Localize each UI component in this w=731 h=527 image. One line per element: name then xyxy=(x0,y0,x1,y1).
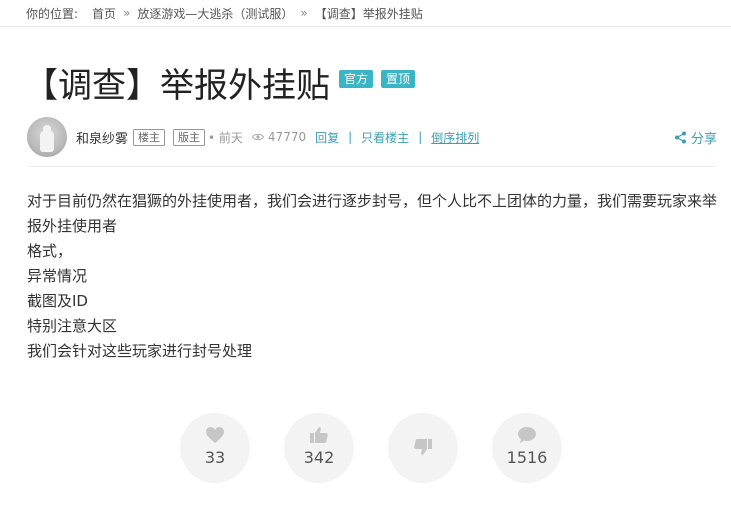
meta-divider xyxy=(27,166,717,167)
breadcrumb-prefix: 你的位置: xyxy=(26,6,79,21)
favorite-count: 33 xyxy=(204,448,226,467)
reverse-order-link[interactable]: 倒序排列 xyxy=(431,129,479,146)
breadcrumb-separator: » xyxy=(123,6,131,20)
post-meta: 和泉纱雾 楼主 版主 • 前天 47770 回复 | 只看楼主 | 倒序排列 分… xyxy=(27,117,717,157)
content-paragraph: 截图及ID xyxy=(27,292,88,310)
breadcrumb-home-link[interactable]: 首页 xyxy=(92,5,116,22)
post-content: 对于目前仍然在猖獗的外挂使用者，我们会进行逐步封号，但个人比不上团体的力量，我们… xyxy=(27,189,717,364)
thumbs-up-icon xyxy=(310,427,328,443)
author-name[interactable]: 和泉纱雾 xyxy=(76,128,128,147)
comment-count: 1516 xyxy=(506,448,548,467)
breadcrumb: 你的位置: 首页 » 放逐游戏—大逃杀（测试服） » 【调查】举报外挂贴 xyxy=(26,3,423,23)
thumbs-down-icon xyxy=(414,439,432,455)
content-paragraph: 特别注意大区 xyxy=(27,317,118,335)
content-paragraph: 我们会针对这些玩家进行封号处理 xyxy=(27,342,253,360)
official-tag: 官方 xyxy=(339,70,374,88)
post-actions: 33 342 1516 xyxy=(180,413,562,483)
avatar[interactable] xyxy=(27,117,67,157)
dislike-button[interactable] xyxy=(388,413,458,483)
share-label: 分享 xyxy=(690,132,717,147)
view-count-value: 47770 xyxy=(267,130,307,144)
pinned-tag: 置顶 xyxy=(381,70,416,88)
op-badge: 楼主 xyxy=(133,128,166,146)
breadcrumb-forum-link[interactable]: 放逐游戏—大逃杀（测试服） xyxy=(137,5,293,22)
breadcrumb-current: 【调查】举报外挂贴 xyxy=(314,6,423,21)
post-title-row: 【调查】举报外挂贴 官方 置顶 xyxy=(24,64,416,108)
reply-link[interactable]: 回复 xyxy=(315,129,339,146)
content-paragraph: 异常情况 xyxy=(27,267,88,285)
post-title: 【调查】举报外挂贴 xyxy=(24,66,330,106)
like-count: 342 xyxy=(303,448,335,467)
content-paragraph: 格式， xyxy=(27,242,73,260)
content-paragraph: 对于目前仍然在猖獗的外挂使用者，我们会进行逐步封号，但个人比不上团体的力量，我们… xyxy=(27,192,718,235)
only-op-link[interactable]: 只看楼主 xyxy=(361,129,409,146)
view-count: 47770 xyxy=(251,130,307,144)
moderator-badge: 版主 xyxy=(173,128,206,146)
eye-icon xyxy=(251,133,264,141)
post-time: • 前天 xyxy=(208,130,243,145)
breadcrumb-separator: » xyxy=(300,6,308,20)
favorite-button[interactable]: 33 xyxy=(180,413,250,483)
breadcrumb-divider xyxy=(0,26,731,27)
like-button[interactable]: 342 xyxy=(284,413,354,483)
share-icon xyxy=(674,131,686,144)
comment-icon xyxy=(518,427,536,443)
heart-icon xyxy=(206,427,224,443)
share-button[interactable]: 分享 xyxy=(674,128,717,147)
comment-button[interactable]: 1516 xyxy=(492,413,562,483)
